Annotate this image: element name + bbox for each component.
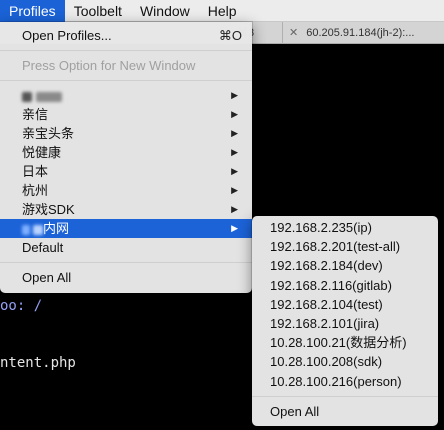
menu-toolbelt[interactable]: Toolbelt: [65, 0, 131, 22]
terminal-prompt-line: oo: /: [0, 298, 43, 314]
menu-item-profile-group[interactable]: 亲宝头条 ▶: [0, 124, 252, 143]
redacted-text: [22, 91, 32, 102]
redacted-text: [33, 224, 43, 235]
menu-bar: Profiles Toolbelt Window Help: [0, 0, 444, 22]
menu-help[interactable]: Help: [199, 0, 246, 22]
profiles-dropdown: Open Profiles... ⌘O Press Option for New…: [0, 22, 252, 293]
menu-item-profile-group[interactable]: 杭州 ▶: [0, 181, 252, 200]
chevron-right-icon: ▶: [231, 147, 238, 157]
tab-label: 60.205.91.184(jh-2):...: [306, 27, 415, 39]
submenu-item-host[interactable]: 192.168.2.201(test-all): [252, 237, 438, 256]
chevron-right-icon: ▶: [231, 128, 238, 138]
redacted-text: [36, 91, 62, 102]
menu-item-label: Press Option for New Window: [22, 58, 196, 73]
menu-item-label: Open All: [22, 270, 72, 285]
submenu-item-host[interactable]: 192.168.2.116(gitlab): [252, 276, 438, 295]
menu-separator: [0, 262, 252, 263]
menu-item-label: 内网: [43, 221, 70, 236]
submenu-item-host[interactable]: 192.168.2.104(test): [252, 295, 438, 314]
menu-item-label: 杭州: [22, 183, 49, 198]
menu-item-press-option: Press Option for New Window: [0, 56, 252, 75]
redacted-text: [22, 224, 30, 235]
submenu-item-host[interactable]: 192.168.2.184(dev): [252, 256, 438, 275]
menu-item-profile-group[interactable]: 日本 ▶: [0, 162, 252, 181]
menu-item-label: Open Profiles...: [22, 28, 112, 43]
menu-item-open-profiles[interactable]: Open Profiles... ⌘O: [0, 26, 252, 45]
submenu-item-open-all[interactable]: Open All: [252, 402, 438, 421]
terminal-output-line: ntent.php: [0, 355, 76, 371]
menu-item-profile-group[interactable]: 悦健康 ▶: [0, 143, 252, 162]
menu-item-label: 悦健康: [22, 145, 62, 160]
chevron-right-icon: ▶: [231, 166, 238, 176]
menu-profiles[interactable]: Profiles: [0, 0, 65, 22]
submenu-item-host[interactable]: 10.28.100.21(数据分析): [252, 333, 438, 352]
menu-item-label: Default: [22, 240, 64, 255]
submenu-item-host[interactable]: 10.28.100.208(sdk): [252, 352, 438, 371]
menu-item-profile-group[interactable]: 亲信 ▶: [0, 105, 252, 124]
menu-item-label: 亲信: [22, 107, 49, 122]
intranet-submenu: 192.168.2.235(ip) 192.168.2.201(test-all…: [252, 216, 438, 426]
chevron-right-icon: ▶: [231, 90, 238, 100]
chevron-right-icon: ▶: [231, 109, 238, 119]
terminal-tab-4[interactable]: ✕ 60.205.91.184(jh-2):...: [282, 22, 444, 44]
menu-separator: [0, 50, 252, 51]
submenu-item-host[interactable]: 10.28.100.216(person): [252, 372, 438, 391]
chevron-right-icon: ▶: [231, 204, 238, 214]
menu-item-label: 亲宝头条: [22, 126, 75, 141]
menu-item-shortcut: ⌘O: [218, 28, 242, 43]
close-icon[interactable]: ✕: [289, 27, 298, 39]
menu-item-open-all[interactable]: Open All: [0, 268, 252, 287]
menu-item-default[interactable]: Default: [0, 238, 252, 257]
menu-separator: [252, 395, 438, 397]
chevron-right-icon: ▶: [231, 185, 238, 195]
menu-window[interactable]: Window: [131, 0, 199, 22]
menu-item-label: 游戏SDK: [22, 202, 75, 217]
chevron-right-icon: ▶: [231, 223, 238, 233]
menu-separator: [0, 80, 252, 81]
submenu-item-host[interactable]: 192.168.2.101(jira): [252, 314, 438, 333]
menu-item-profile-group-redacted[interactable]: ▶: [0, 86, 252, 105]
menu-item-label: 日本: [22, 164, 49, 179]
menu-item-profile-group[interactable]: 游戏SDK ▶: [0, 200, 252, 219]
submenu-item-host[interactable]: 192.168.2.235(ip): [252, 218, 438, 237]
menu-item-profile-group-intranet[interactable]: 内网 ▶: [0, 219, 252, 238]
